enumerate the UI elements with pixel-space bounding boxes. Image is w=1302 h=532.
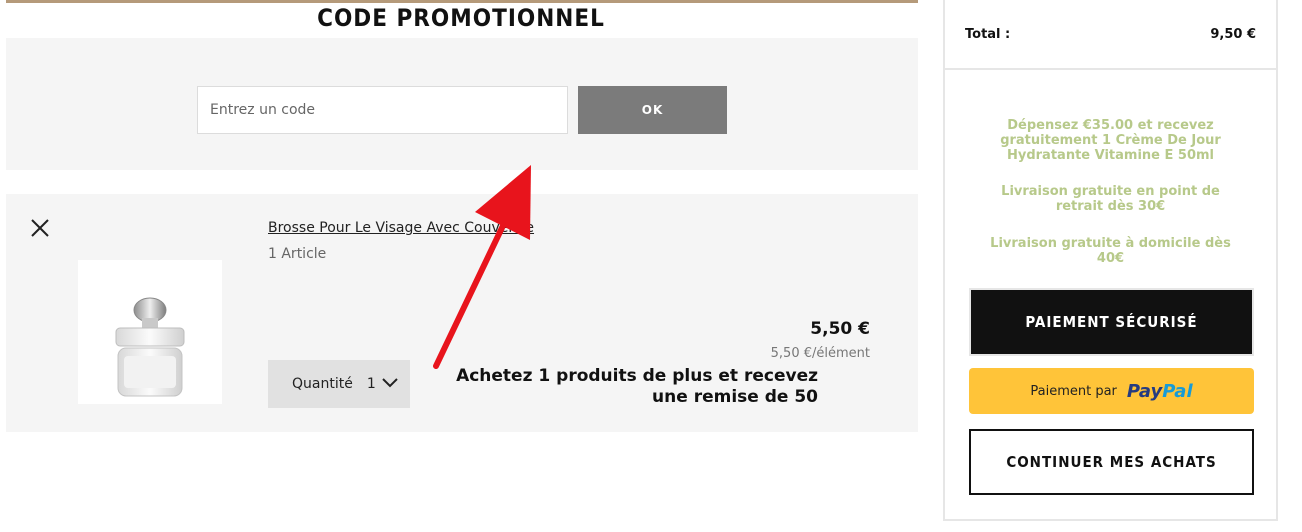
paypal-logo: PayPal	[1127, 381, 1193, 402]
total-label: Total :	[965, 27, 1011, 42]
total-value: 9,50 €	[1210, 27, 1256, 42]
promo-code-input[interactable]	[197, 86, 568, 134]
quantity-select[interactable]: Quantité 1	[268, 360, 410, 408]
continue-shopping-button[interactable]: CONTINUER MES ACHATS	[969, 429, 1254, 495]
product-name-link[interactable]: Brosse Pour Le Visage Avec Couvercle	[268, 220, 534, 236]
secure-payment-button[interactable]: PAIEMENT SÉCURISÉ	[969, 288, 1254, 356]
header-image-edge	[6, 0, 918, 3]
home-shipping-message: Livraison gratuite à domicile dès 40€	[990, 236, 1231, 266]
paypal-logo-pay: Pay	[1126, 380, 1163, 402]
gift-offer-message: Dépensez €35.00 et recevez gratuitement …	[1000, 118, 1221, 163]
promo-ok-button[interactable]: OK	[578, 86, 727, 134]
quantity-offer-message: Achetez 1 produits de plus et recevez un…	[456, 366, 818, 407]
cart-item: Brosse Pour Le Visage Avec Couvercle 1 A…	[6, 194, 918, 432]
quantity-label: Quantité	[292, 376, 353, 392]
face-brush-jar-icon	[115, 297, 185, 397]
chevron-down-icon	[382, 376, 398, 392]
promo-code-title: CODE PROMOTIONNEL	[317, 4, 605, 32]
paypal-prefix: Paiement par	[1030, 383, 1117, 399]
quantity-value: 1	[366, 376, 376, 392]
total-row: Total : 9,50 €	[945, 0, 1276, 70]
remove-item-close-icon[interactable]	[28, 216, 52, 240]
item-price: 5,50 €	[810, 319, 870, 339]
product-image[interactable]	[78, 260, 222, 404]
article-count: 1 Article	[268, 246, 327, 262]
order-summary: Total : 9,50 € Dépensez €35.00 et receve…	[943, 0, 1278, 521]
paypal-button[interactable]: Paiement par PayPal	[969, 368, 1254, 414]
unit-price: 5,50 €/élément	[770, 346, 870, 361]
paypal-logo-pal: Pal	[1162, 380, 1193, 402]
pickup-shipping-message: Livraison gratuite en point de retrait d…	[1001, 184, 1220, 214]
promo-code-panel: OK	[6, 38, 918, 170]
